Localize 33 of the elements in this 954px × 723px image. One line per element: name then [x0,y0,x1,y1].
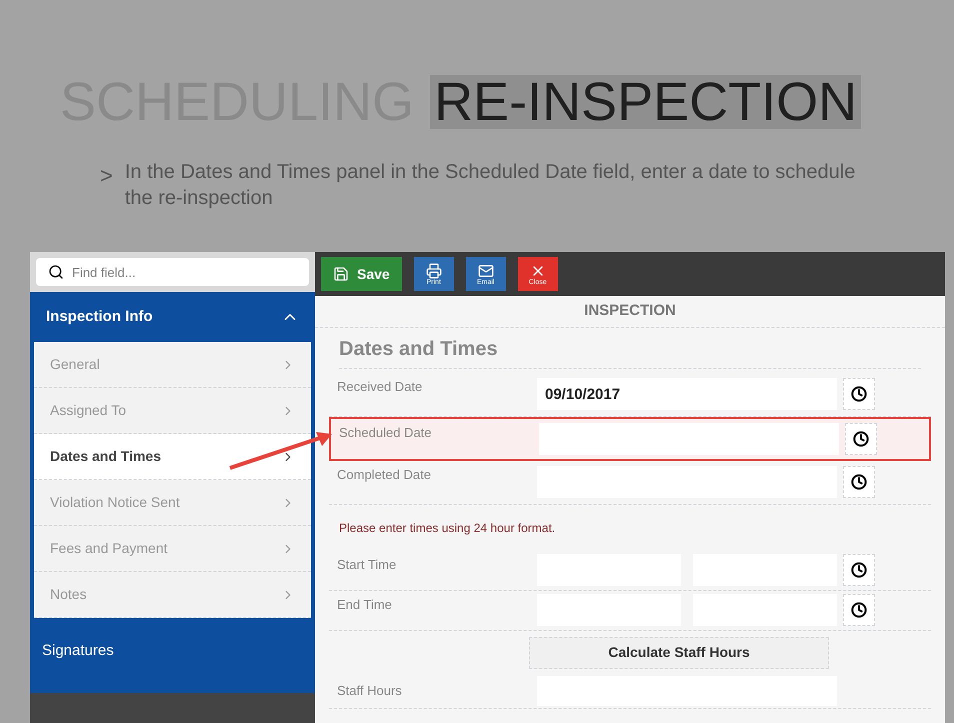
form-title: INSPECTION [315,296,945,328]
calculate-button[interactable]: Calculate Staff Hours [529,636,829,668]
clock-icon [851,562,867,578]
clock-button[interactable] [843,466,875,498]
bullet-text: In the Dates and Times panel in the Scheduled Date field, enter a date to schedule the re-inspection [124,160,856,211]
clock-button[interactable] [843,378,875,410]
clock-icon [851,386,867,402]
field-label: Received Date [337,378,424,396]
printer-icon [426,262,442,278]
clock-button[interactable] [843,594,875,626]
search-field[interactable]: Find field... [36,258,309,286]
save-button[interactable]: Save [321,257,402,291]
slide-title: RE-INSPECTION [430,75,862,129]
section-heading: Dates and Times [339,334,921,368]
clock-button[interactable] [845,422,877,454]
clock-icon [853,430,869,446]
save-icon [333,266,349,282]
clock-icon [851,474,867,490]
section-header[interactable]: Inspection Info [30,292,315,342]
clock-button[interactable] [843,554,875,586]
field-label: Start Time [337,556,398,574]
field-label: Scheduled Date [339,424,433,442]
field-label: Staff Hours [337,682,403,700]
format-note: Please enter times using 24 hour format. [339,520,556,536]
envelope-icon [478,262,494,278]
field-label: End Time [337,596,393,614]
clock-icon [851,602,867,618]
field-label: Completed Date [337,466,432,484]
sidebar-item[interactable]: Dates and Times [34,434,311,480]
section-header[interactable]: Signatures [30,626,315,676]
search-icon [48,264,64,280]
bullet-marker: > [100,162,113,190]
date-field[interactable]: 09/10/2017 [537,378,837,410]
